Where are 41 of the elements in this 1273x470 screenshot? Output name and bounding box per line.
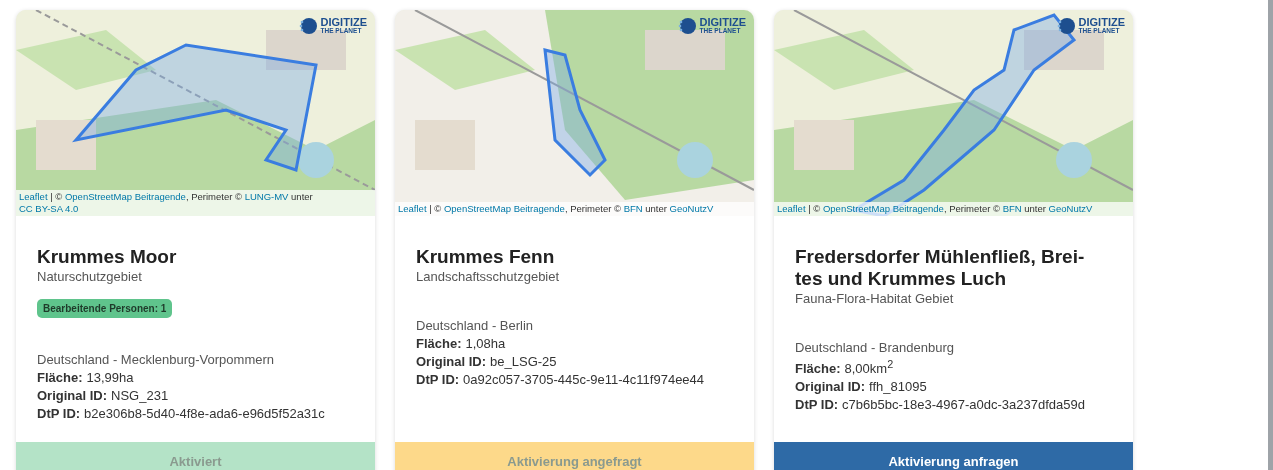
info-line: DtP ID: c7b6b5bc-18e3-4967-a0dc-3a237dfda59d (795, 397, 1086, 413)
area-category: Fauna-Flora-Habitat Gebiet (795, 291, 955, 306)
info-line: Fläche: 13,99ha (37, 370, 135, 385)
area-region: Deutschland - Brandenburg (795, 340, 955, 355)
attribution-link[interactable]: GeoNutzV (669, 203, 714, 214)
info-line: Fläche: 1,08ha (416, 336, 507, 351)
globe-dots-icon (298, 17, 317, 35)
area-title: Krummes Moor (37, 246, 178, 268)
map-attribution: Leaflet | © OpenStreetMap Beitragende, Perimeter © BFN unter GeoNutzV (774, 202, 1133, 216)
area-title: Krummes Fenn (416, 246, 556, 268)
map-attribution: Leaflet | © OpenStreetMap Beitragende, Perimeter © BFN unter GeoNutzV (395, 202, 754, 216)
info-line: DtP ID: 0a92c057-3705-445c-9e11-4c11f974ee44 (416, 372, 706, 387)
info-line: Original ID: NSG_231 (37, 388, 170, 403)
info-line: DtP ID: b2e306b8-5d40-4f8e-ada6-e96d5f52a31c (37, 406, 326, 421)
area-region: Deutschland - Mecklenburg-Vorpommern (37, 352, 275, 367)
attribution-link[interactable]: OpenStreetMap Beitragende (443, 203, 565, 214)
attribution-link[interactable]: LUNG-MV (244, 191, 289, 202)
globe-dots-icon (677, 17, 696, 35)
attribution-link[interactable]: CC BY-SA 4.0 (19, 203, 79, 214)
logo-text: DIGITIZE (320, 17, 367, 29)
globe-dots-icon (1056, 17, 1075, 35)
attribution-link[interactable]: BFN (1002, 203, 1022, 214)
area-category: Landschaftsschutzgebiet (416, 269, 561, 284)
activation-button[interactable]: Aktivierung anfragen (774, 442, 1133, 470)
attribution-link[interactable]: GeoNutzV (1048, 203, 1093, 214)
area-title: Fredersdorfer Mühlenfließ, Brei-tes und Krummes Luch (795, 246, 1086, 290)
attribution-link[interactable]: BFN (623, 203, 643, 214)
area-category: Naturschutzgebiet (37, 269, 143, 284)
attribution-link[interactable]: Leaflet (777, 203, 806, 214)
attribution-link[interactable]: Leaflet (398, 203, 427, 214)
attribution-link[interactable]: OpenStreetMap Beitragende (64, 191, 186, 202)
attribution-link[interactable]: OpenStreetMap Beitragende (822, 203, 944, 214)
info-line: Original ID: be_LSG-25 (416, 354, 558, 369)
attribution-link[interactable]: Leaflet (19, 191, 48, 202)
map-attribution: Leaflet | © OpenStreetMap Beitragende, Perimeter © LUNG-MV unter CC BY-SA 4.0 (16, 190, 375, 216)
info-line: Fläche: 8,00km$^{2}$ (795, 358, 895, 377)
logo-text: DIGITIZE (699, 17, 746, 29)
area-region: Deutschland - Berlin (416, 318, 535, 333)
logo-text: DIGITIZE (1078, 17, 1125, 29)
editors-badge: Bearbeitende Personen: 1 (37, 299, 173, 318)
info-line: Original ID: ffh_81095 (795, 379, 928, 395)
